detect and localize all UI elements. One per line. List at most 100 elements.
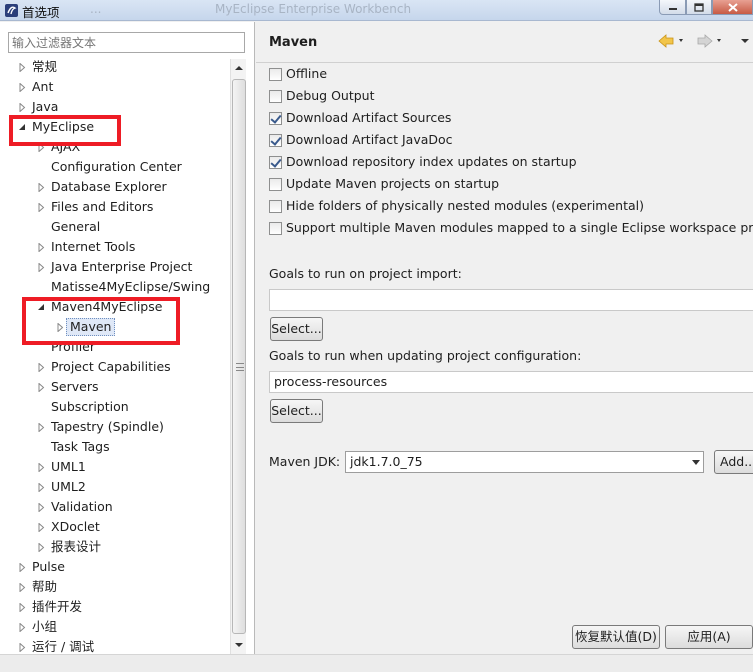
collapsed-triangle-icon[interactable] [18, 563, 27, 572]
tree-item-label: Matisse4MyEclipse/Swing [51, 279, 211, 294]
maven-preference-page: Maven Offline Debug Output Download Artifa… [256, 22, 753, 654]
option-label: Download Artifact Sources [286, 110, 452, 125]
tree-item-label: Subscription [51, 399, 129, 414]
apply-button[interactable]: 应用(A) [665, 625, 753, 649]
tree-item[interactable]: 小组 [0, 617, 230, 637]
tree-item-label: UML2 [51, 479, 86, 494]
maven-jdk-value: jdk1.7.0_75 [350, 454, 423, 469]
tree-item[interactable]: Subscription [0, 397, 230, 417]
back-arrow-icon [658, 34, 683, 48]
tree-item[interactable]: 常规 [0, 57, 230, 77]
checkbox-checked[interactable] [269, 134, 282, 147]
option-label: Download repository index updates on sta… [286, 154, 577, 169]
collapsed-triangle-icon[interactable] [37, 543, 46, 552]
tree-item[interactable]: 报表设计 [0, 537, 230, 557]
filter-input[interactable] [8, 32, 245, 53]
forward-arrow-icon [697, 34, 721, 48]
checkbox-checked[interactable] [269, 112, 282, 125]
collapsed-triangle-icon[interactable] [37, 423, 46, 432]
collapsed-triangle-icon[interactable] [37, 203, 46, 212]
minimize-button[interactable] [659, 0, 686, 15]
page-title: Maven [269, 35, 318, 50]
title-bar: 首选项 ... MyEclipse Enterprise Workbench [0, 0, 753, 21]
option-label: Support multiple Maven modules mapped to… [286, 220, 753, 235]
collapsed-triangle-icon[interactable] [18, 583, 27, 592]
collapsed-triangle-icon[interactable] [37, 503, 46, 512]
tree-item[interactable]: 帮助 [0, 577, 230, 597]
checkbox-checked[interactable] [269, 156, 282, 169]
view-menu-icon[interactable] [739, 34, 751, 48]
tree-item[interactable]: 插件开发 [0, 597, 230, 617]
checkbox-unchecked[interactable] [269, 90, 282, 103]
checkbox-unchecked[interactable] [269, 178, 282, 191]
close-button[interactable] [712, 0, 753, 15]
tree-item[interactable]: Pulse [0, 557, 230, 577]
option-label: Offline [286, 66, 328, 81]
tree-item[interactable]: Database Explorer [0, 177, 230, 197]
tree-item-label: XDoclet [51, 519, 100, 534]
scroll-down-icon[interactable] [234, 640, 244, 650]
tree-item-label: Configuration Center [51, 159, 182, 174]
scroll-up-icon[interactable] [234, 63, 244, 73]
scrollbar-thumb[interactable] [232, 79, 246, 634]
tree-item[interactable]: Project Capabilities [0, 357, 230, 377]
add-jdk-button[interactable]: Add... [714, 450, 753, 474]
tree-item[interactable]: Java Enterprise Project [0, 257, 230, 277]
tree-item[interactable]: General [0, 217, 230, 237]
tree-item-label: 插件开发 [32, 599, 83, 614]
collapsed-triangle-icon[interactable] [37, 383, 46, 392]
tree-item[interactable]: Java [0, 97, 230, 117]
tree-item-label: 帮助 [32, 579, 58, 594]
goals-import-input[interactable] [269, 289, 753, 311]
collapsed-triangle-icon[interactable] [18, 623, 27, 632]
maven-jdk-select[interactable]: jdk1.7.0_75 [345, 451, 704, 473]
tree-item[interactable]: Configuration Center [0, 157, 230, 177]
tree-item-label: Ant [32, 79, 54, 94]
collapsed-triangle-icon[interactable] [37, 483, 46, 492]
tree-item-label: Internet Tools [51, 239, 136, 254]
collapsed-triangle-icon[interactable] [18, 83, 27, 92]
collapsed-triangle-icon[interactable] [37, 183, 46, 192]
collapsed-triangle-icon[interactable] [18, 603, 27, 612]
tree-item[interactable]: Internet Tools [0, 237, 230, 257]
collapsed-triangle-icon[interactable] [37, 363, 46, 372]
restore-defaults-button[interactable]: 恢复默认值(D) [572, 625, 660, 649]
app-icon [5, 4, 18, 17]
select-goals-import-button[interactable]: Select... [270, 317, 323, 341]
tree-item[interactable]: Task Tags [0, 437, 230, 457]
maven-jdk-label: Maven JDK: [269, 454, 341, 469]
collapsed-triangle-icon[interactable] [37, 243, 46, 252]
collapsed-triangle-icon[interactable] [18, 63, 27, 72]
maximize-button[interactable] [686, 0, 712, 15]
tree-item[interactable]: UML2 [0, 477, 230, 497]
collapsed-triangle-icon[interactable] [37, 263, 46, 272]
collapsed-triangle-icon[interactable] [18, 103, 27, 112]
tree-item-label: Task Tags [51, 439, 110, 454]
tree-item[interactable]: Servers [0, 377, 230, 397]
collapsed-triangle-icon[interactable] [37, 463, 46, 472]
goals-update-value: process-resources [274, 374, 388, 389]
checkbox-unchecked[interactable] [269, 68, 282, 81]
tree-item[interactable]: UML1 [0, 457, 230, 477]
tree-item[interactable]: Tapestry (Spindle) [0, 417, 230, 437]
tree-item[interactable]: Ant [0, 77, 230, 97]
highlight-box [22, 297, 180, 345]
checkbox-unchecked[interactable] [269, 222, 282, 235]
goals-update-input[interactable]: process-resources [269, 371, 753, 393]
forward-button[interactable] [697, 34, 725, 51]
goals-import-label: Goals to run on project import: [269, 266, 462, 281]
tree-item[interactable]: Validation [0, 497, 230, 517]
tree-item-label: Java Enterprise Project [51, 259, 193, 274]
tree-item[interactable]: XDoclet [0, 517, 230, 537]
collapsed-triangle-icon[interactable] [18, 643, 27, 652]
back-button[interactable] [658, 34, 686, 51]
highlight-box [9, 115, 121, 146]
chevron-down-icon [692, 460, 700, 465]
tree-item-label: Database Explorer [51, 179, 167, 194]
select-goals-update-button[interactable]: Select... [270, 399, 323, 423]
tree-scrollbar[interactable] [230, 59, 246, 654]
collapsed-triangle-icon[interactable] [37, 523, 46, 532]
tree-item[interactable]: Files and Editors [0, 197, 230, 217]
tree-item[interactable]: Matisse4MyEclipse/Swing [0, 277, 230, 297]
checkbox-unchecked[interactable] [269, 200, 282, 213]
